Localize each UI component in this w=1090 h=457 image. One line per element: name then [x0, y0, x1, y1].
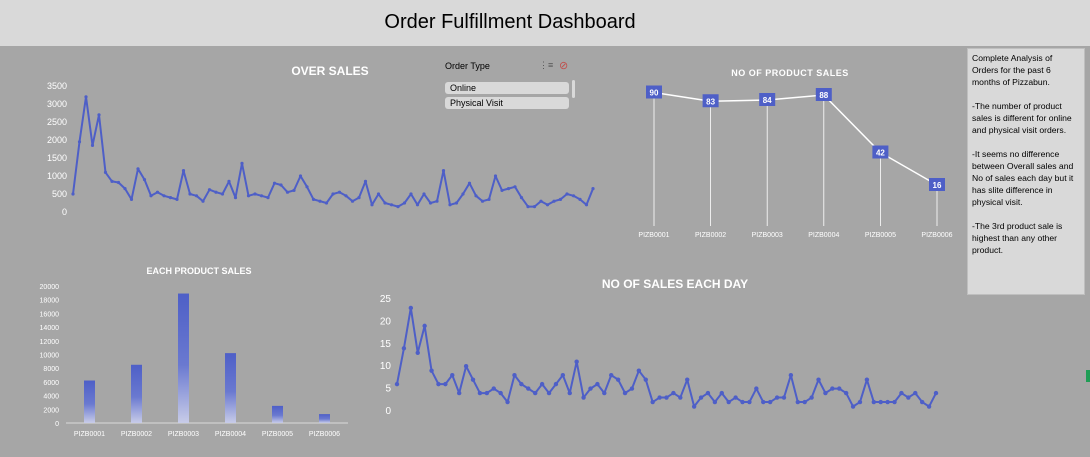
data-point [885, 399, 890, 405]
data-point [809, 395, 814, 400]
data-point [857, 399, 863, 405]
data-point [456, 390, 462, 396]
data-point [408, 305, 414, 311]
data-point [643, 377, 648, 382]
data-point [401, 346, 407, 351]
data-point [657, 395, 662, 400]
data-point [615, 377, 621, 382]
data-point [491, 386, 496, 391]
data-point [650, 399, 655, 405]
data-point [712, 399, 718, 405]
data-point [560, 372, 566, 378]
data-point [622, 390, 628, 396]
data-point [740, 399, 745, 405]
series-line [396, 306, 937, 408]
y-tick-label: 15 [380, 339, 392, 350]
data-point [422, 323, 427, 329]
data-point [767, 399, 773, 405]
data-point [636, 368, 642, 373]
data-point [519, 381, 524, 387]
data-point [726, 399, 731, 405]
y-tick-label: 0 [385, 406, 391, 417]
data-point [919, 399, 925, 405]
data-point [685, 377, 690, 382]
data-point [926, 404, 932, 409]
data-point [788, 372, 794, 378]
data-point [470, 377, 476, 382]
data-point [567, 390, 572, 396]
data-point [698, 395, 704, 400]
data-point [394, 381, 400, 387]
data-point [429, 368, 434, 373]
data-point [761, 399, 766, 405]
data-point [899, 390, 904, 396]
data-point [705, 390, 711, 396]
data-point [733, 395, 738, 400]
data-point [830, 386, 835, 391]
data-point [526, 386, 531, 391]
data-point [823, 390, 828, 396]
data-point [691, 404, 697, 409]
data-point [436, 381, 441, 387]
y-tick-label: 25 [380, 294, 392, 305]
data-point [512, 372, 517, 378]
data-point [719, 390, 724, 396]
y-tick-label: 20 [380, 316, 392, 327]
data-point [850, 404, 856, 409]
data-point [505, 399, 510, 405]
data-point [539, 381, 545, 387]
data-point [774, 395, 780, 400]
data-point [747, 399, 752, 405]
data-point [498, 390, 503, 396]
y-tick-label: 5 [385, 384, 391, 395]
data-point [581, 395, 586, 400]
data-point [871, 399, 877, 405]
data-point [484, 390, 490, 396]
data-point [533, 390, 538, 396]
data-point [602, 390, 607, 396]
data-point [477, 390, 483, 396]
data-point [878, 399, 883, 405]
data-point [671, 390, 676, 396]
data-point [933, 390, 939, 396]
data-point [864, 377, 870, 382]
data-point [781, 395, 787, 400]
data-point [574, 359, 579, 364]
data-point [463, 364, 469, 369]
y-tick-label: 10 [380, 361, 392, 372]
data-point [795, 399, 800, 405]
data-point [609, 372, 614, 378]
data-point [802, 399, 807, 405]
data-point [546, 390, 552, 396]
data-point [754, 386, 759, 391]
data-point [843, 390, 849, 396]
data-point [443, 381, 448, 387]
data-point [913, 390, 918, 396]
chart-no-of-sales-each-day: 0 5 10 15 20 25 [380, 294, 939, 417]
data-point [450, 372, 455, 378]
data-point [678, 395, 683, 400]
data-point [629, 386, 635, 391]
data-point [837, 386, 842, 391]
data-point [415, 350, 420, 355]
data-point [595, 381, 600, 387]
data-point [553, 381, 559, 387]
data-point [588, 386, 593, 391]
data-point [906, 395, 911, 400]
data-point [664, 395, 669, 400]
data-point [892, 399, 897, 405]
data-point [816, 377, 821, 382]
